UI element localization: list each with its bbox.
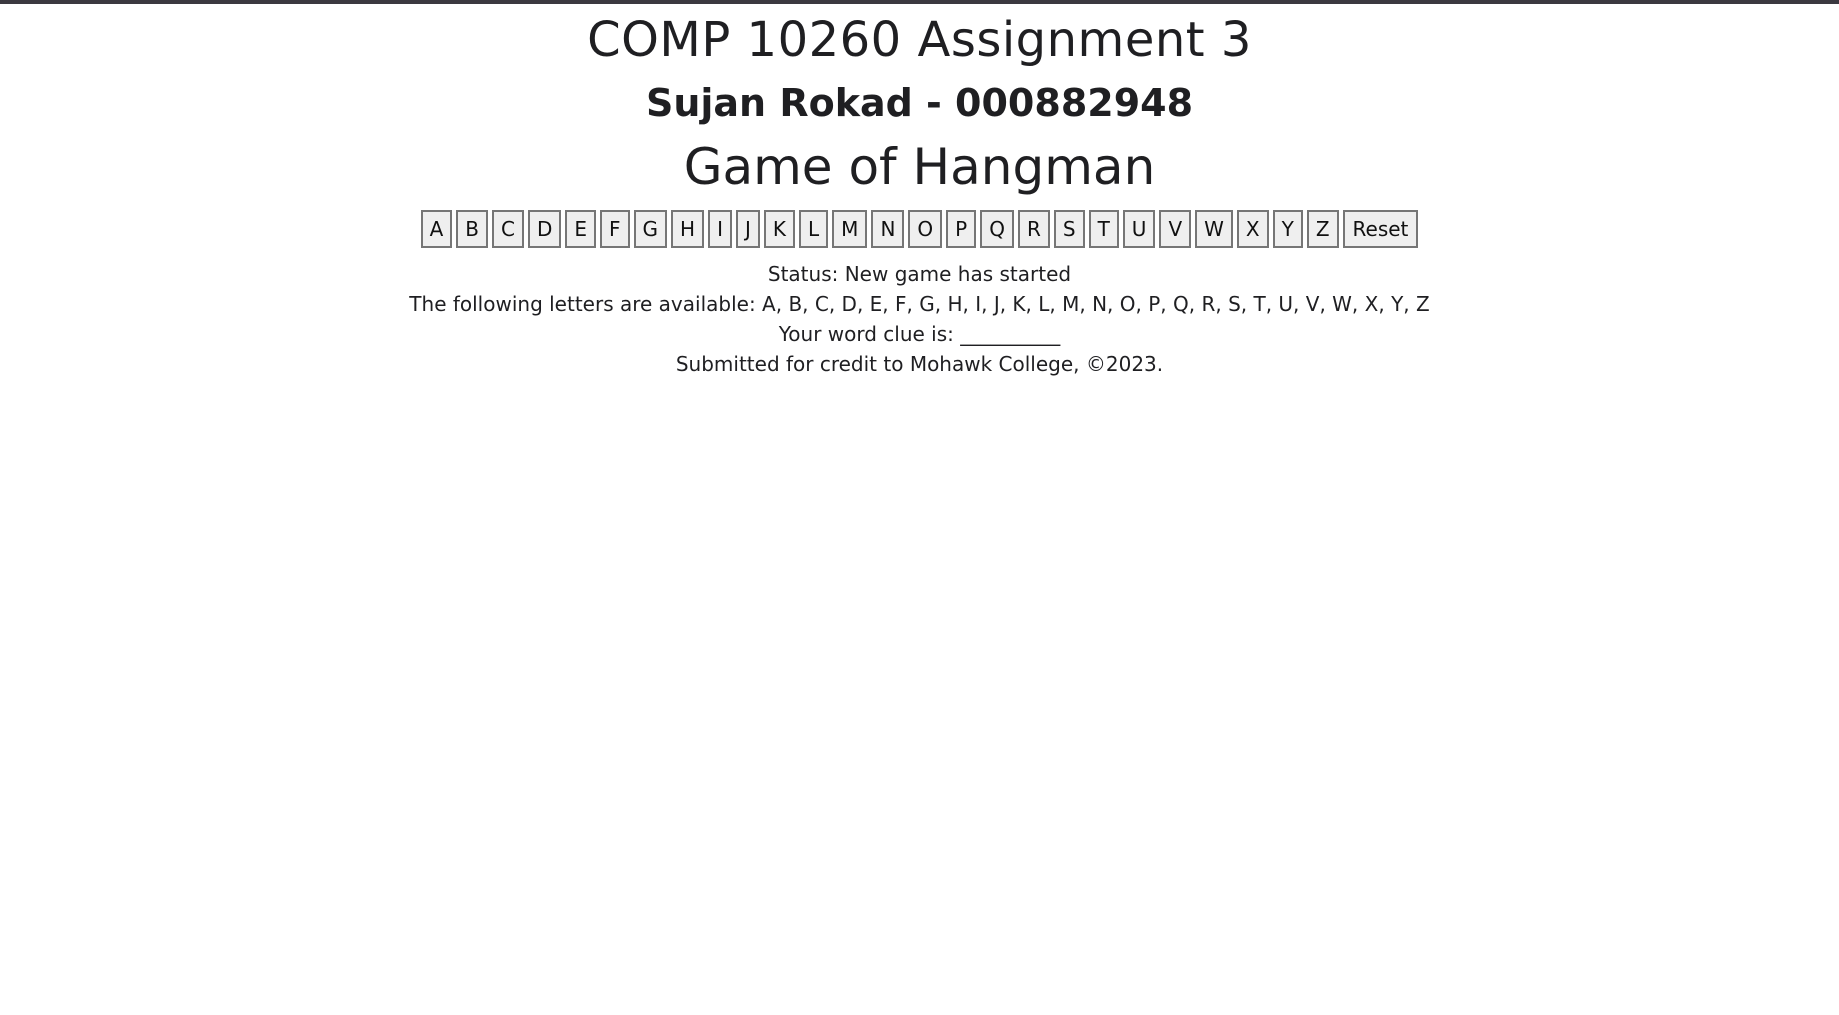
letter-button-m[interactable]: M: [832, 210, 868, 248]
letter-button-y[interactable]: Y: [1272, 210, 1303, 248]
letter-button-d[interactable]: D: [527, 210, 562, 248]
available-letters-text: The following letters are available: A, …: [409, 292, 1430, 316]
letter-button-s[interactable]: S: [1053, 210, 1085, 248]
letter-button-w[interactable]: W: [1195, 210, 1233, 248]
letter-button-h[interactable]: H: [671, 210, 705, 248]
letter-buttons: A B C D E F G H I J K L M N O P Q R S T U V W X Y Z Reset: [0, 210, 1839, 248]
letter-button-a[interactable]: A: [420, 210, 453, 248]
reset-button[interactable]: Reset: [1342, 210, 1419, 248]
letter-button-q[interactable]: Q: [980, 210, 1014, 248]
status-text: Status: New game has started: [767, 262, 1072, 286]
letter-button-k[interactable]: K: [763, 210, 796, 248]
letter-button-p[interactable]: P: [946, 210, 977, 248]
letter-button-e[interactable]: E: [565, 210, 597, 248]
letter-button-g[interactable]: G: [633, 210, 668, 248]
letter-button-r[interactable]: R: [1017, 210, 1050, 248]
letter-button-i[interactable]: I: [708, 210, 732, 248]
letter-button-n[interactable]: N: [871, 210, 905, 248]
letter-button-o[interactable]: O: [908, 210, 943, 248]
letter-button-j[interactable]: J: [735, 210, 760, 248]
letter-button-b[interactable]: B: [456, 210, 488, 248]
course-title: COMP 10260 Assignment 3: [587, 12, 1252, 68]
letter-button-t[interactable]: T: [1088, 210, 1119, 248]
author-heading: Sujan Rokad - 000882948: [645, 81, 1194, 125]
letter-button-z[interactable]: Z: [1306, 210, 1339, 248]
letter-button-u[interactable]: U: [1122, 210, 1156, 248]
page-content: COMP 10260 Assignment 3 Sujan Rokad - 00…: [0, 12, 1839, 379]
letter-button-f[interactable]: F: [600, 210, 630, 248]
letter-button-v[interactable]: V: [1159, 210, 1192, 248]
game-title: Game of Hangman: [683, 138, 1156, 196]
letter-button-c[interactable]: C: [492, 210, 524, 248]
top-bar: [0, 0, 1839, 4]
letter-button-x[interactable]: X: [1236, 210, 1269, 248]
letter-button-l[interactable]: L: [799, 210, 829, 248]
footer-credit: Submitted for credit to Mohawk College, …: [675, 352, 1164, 376]
word-clue-text: Your word clue is: __________: [778, 322, 1061, 346]
